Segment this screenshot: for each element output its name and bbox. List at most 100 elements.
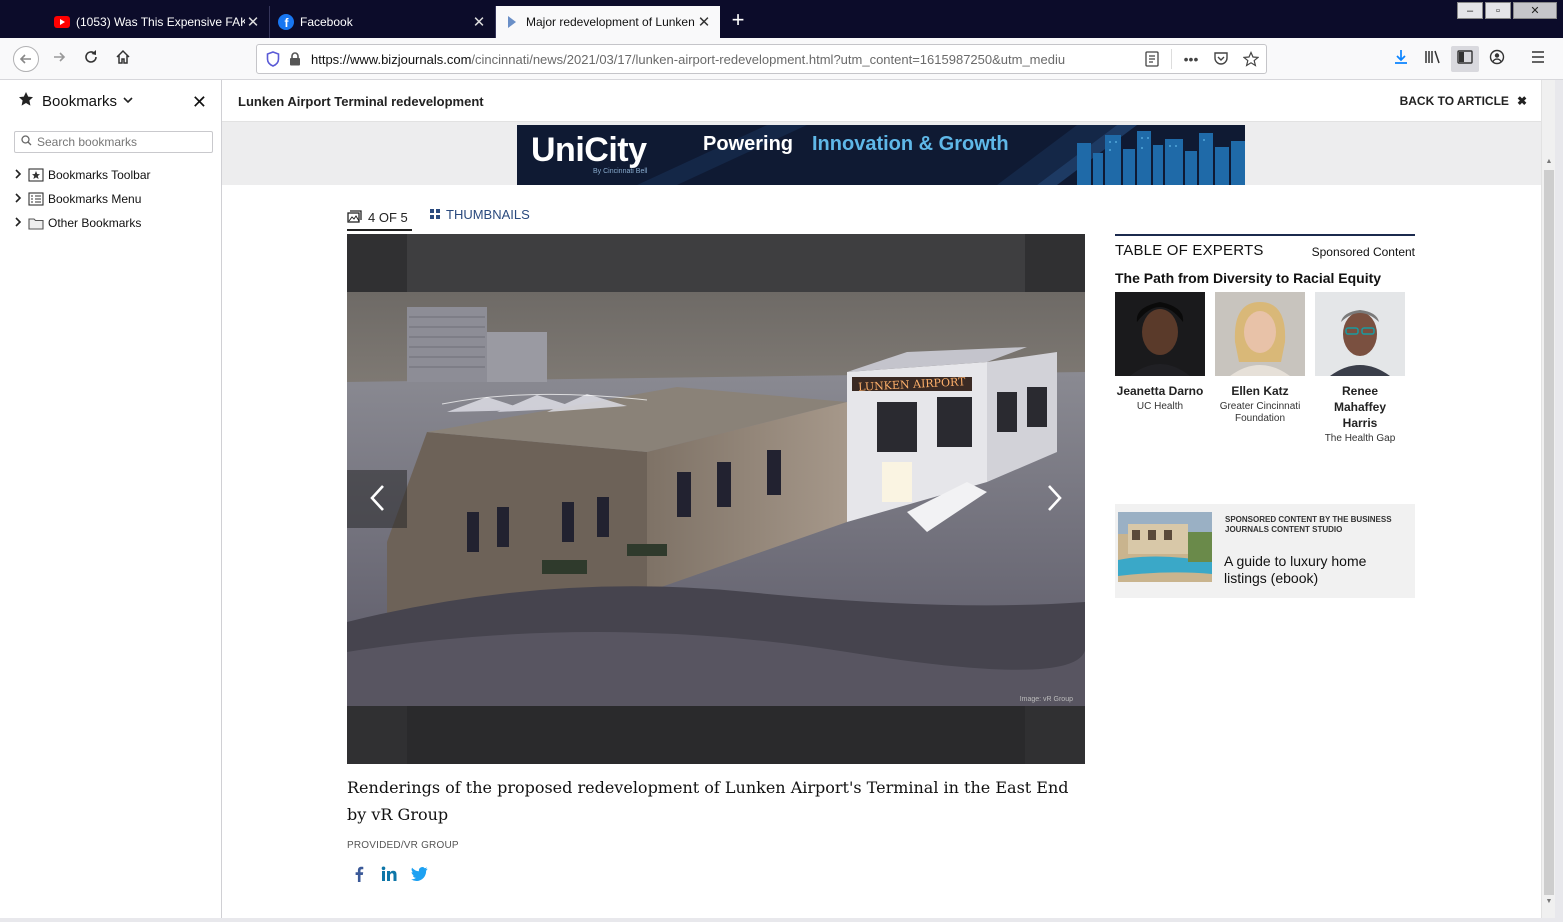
linkedin-share-icon[interactable] — [380, 865, 398, 883]
window-frame-bottom — [0, 918, 1563, 922]
hamburger-menu-icon — [1530, 50, 1546, 69]
expert-photo — [1315, 292, 1405, 376]
window-controls: – ▫ ✕ — [1457, 2, 1557, 19]
previous-slide-button[interactable] — [347, 470, 407, 528]
url-text[interactable]: https://www.bizjournals.com/cincinnati/n… — [305, 52, 1137, 67]
close-window-button[interactable]: ✕ — [1513, 2, 1557, 19]
page-actions-icon[interactable]: ••• — [1176, 51, 1206, 67]
promo-label: SPONSORED CONTENT BY THE BUSINESS JOURNA… — [1225, 515, 1392, 534]
search-bookmarks-input[interactable]: Search bookmarks — [14, 131, 213, 153]
sidebar-item-bookmarks-toolbar[interactable]: Bookmarks Toolbar — [0, 163, 221, 187]
expert-card[interactable]: Ellen Katz Greater Cincinnati Foundation — [1215, 292, 1305, 445]
tab-strip: (1053) Was This Expensive FAKE ✕ f Faceb… — [0, 0, 1563, 38]
close-tab-icon[interactable]: ✕ — [471, 13, 487, 31]
bookmarks-sidebar: Bookmarks ✕ Search bookmarks Bookmarks T… — [0, 80, 222, 918]
library-button[interactable] — [1419, 46, 1447, 72]
rail-subheading[interactable]: The Path from Diversity to Racial Equity — [1115, 270, 1415, 286]
gallery-header: Lunken Airport Terminal redevelopment BA… — [222, 80, 1541, 122]
pocket-icon[interactable] — [1206, 52, 1236, 66]
tab-facebook[interactable]: f Facebook ✕ — [270, 6, 496, 38]
reload-icon — [83, 49, 99, 70]
banner-ad[interactable]: UniCity By Cincinnati Bell Powering Inno… — [517, 125, 1245, 185]
reader-view-icon[interactable] — [1137, 51, 1167, 67]
sidebar-item-bookmarks-menu[interactable]: Bookmarks Menu — [0, 187, 221, 211]
scroll-down-icon[interactable]: ▼ — [1542, 898, 1556, 910]
address-bar[interactable]: https://www.bizjournals.com/cincinnati/n… — [256, 44, 1267, 74]
library-icon — [1424, 49, 1442, 70]
viewer-top-band — [407, 234, 1025, 292]
image-caption: Renderings of the proposed redevelopment… — [347, 778, 1069, 824]
grid-icon — [430, 207, 440, 222]
thumbnails-label: THUMBNAILS — [446, 207, 530, 222]
gallery-icon — [347, 209, 362, 226]
photo-credit: PROVIDED/VR GROUP — [347, 840, 459, 851]
close-icon: ✖ — [1516, 94, 1527, 108]
reload-button[interactable] — [77, 46, 105, 72]
url-domain: https://www.bizjournals.com — [311, 51, 472, 67]
gallery-title: Lunken Airport Terminal redevelopment — [238, 94, 484, 109]
back-arrow-icon — [13, 46, 39, 72]
facebook-icon: f — [278, 14, 294, 30]
window-frame-right — [1555, 80, 1563, 922]
promo-image — [1118, 512, 1212, 582]
tab-bizjournals[interactable]: Major redevelopment of Lunken ✕ — [496, 6, 720, 38]
facebook-share-icon[interactable] — [350, 865, 368, 883]
chevron-right-icon — [1047, 484, 1063, 515]
url-path: /cincinnati/news/2021/03/17/lunken-airpo… — [471, 51, 1066, 67]
home-icon — [115, 49, 131, 70]
bookmark-star-icon[interactable] — [1236, 51, 1266, 67]
tracking-protection-icon[interactable] — [261, 51, 285, 67]
home-button[interactable] — [109, 46, 137, 72]
search-icon — [21, 135, 32, 149]
share-buttons — [350, 865, 428, 883]
expert-card[interactable]: Jeanetta Darno UC Health — [1115, 292, 1205, 445]
thumbnails-link[interactable]: THUMBNAILS — [430, 207, 530, 222]
back-to-article-link[interactable]: BACK TO ARTICLE ✖ — [1400, 94, 1527, 108]
star-icon — [18, 91, 34, 112]
chevron-left-icon — [369, 484, 385, 515]
vertical-scrollbar[interactable]: ▲ ▼ — [1541, 80, 1555, 918]
minimize-button[interactable]: – — [1457, 2, 1483, 19]
close-sidebar-icon[interactable]: ✕ — [192, 92, 207, 113]
maximize-button[interactable]: ▫ — [1485, 2, 1511, 19]
lock-icon[interactable] — [285, 52, 305, 66]
sidebar-title: Bookmarks — [42, 92, 118, 110]
close-tab-icon[interactable]: ✕ — [696, 13, 712, 31]
downloads-button[interactable] — [1387, 46, 1415, 72]
chevron-right-icon — [14, 192, 28, 206]
expert-org: The Health Gap — [1324, 433, 1396, 444]
close-tab-icon[interactable]: ✕ — [245, 13, 261, 31]
chevron-right-icon — [14, 216, 28, 230]
expert-photo — [1115, 292, 1205, 376]
slide-counter-text: 4 OF 5 — [368, 210, 408, 225]
forward-button[interactable] — [45, 46, 73, 72]
scroll-up-icon[interactable]: ▲ — [1542, 158, 1556, 170]
tab-youtube[interactable]: (1053) Was This Expensive FAKE ✕ — [46, 6, 270, 38]
sidebar-header[interactable]: Bookmarks ✕ — [0, 80, 221, 122]
expert-name: Jeanetta Darno — [1116, 384, 1204, 398]
ad-tagline-a: Powering — [703, 133, 794, 155]
account-button[interactable] — [1483, 46, 1511, 72]
menu-button[interactable] — [1524, 46, 1552, 72]
unicity-logo: UniCity — [531, 131, 647, 169]
ad-by-line: By Cincinnati Bell — [593, 168, 648, 175]
next-slide-button[interactable] — [1025, 470, 1085, 528]
sponsored-label: Sponsored Content — [1311, 245, 1415, 259]
new-tab-button[interactable]: + — [726, 9, 750, 33]
sidebar-toggle-button[interactable] — [1451, 46, 1479, 72]
sidebar-item-label: Other Bookmarks — [48, 216, 142, 230]
sidebar-item-other-bookmarks[interactable]: Other Bookmarks — [0, 211, 221, 235]
bizjournals-icon — [504, 14, 520, 30]
back-button[interactable] — [12, 46, 40, 72]
promo-text[interactable]: A guide to luxury home listings (ebook) — [1224, 553, 1409, 587]
bookmarks-toolbar-icon — [28, 168, 46, 182]
table-of-experts: TABLE OF EXPERTS Sponsored Content The P… — [1115, 234, 1415, 445]
image-credit: Image: vR Group — [1019, 696, 1073, 703]
bookmarks-menu-icon — [28, 192, 46, 206]
scrollbar-thumb[interactable] — [1544, 170, 1554, 895]
expert-card[interactable]: Renee Mahaffey Harris The Health Gap — [1315, 292, 1405, 445]
image-viewer: LUNKEN AIRPORT Image: vR Group — [347, 234, 1085, 764]
twitter-share-icon[interactable] — [410, 865, 428, 883]
sponsored-promo[interactable]: SPONSORED CONTENT BY THE BUSINESS JOURNA… — [1115, 504, 1415, 598]
back-to-article-label: BACK TO ARTICLE — [1399, 94, 1509, 108]
